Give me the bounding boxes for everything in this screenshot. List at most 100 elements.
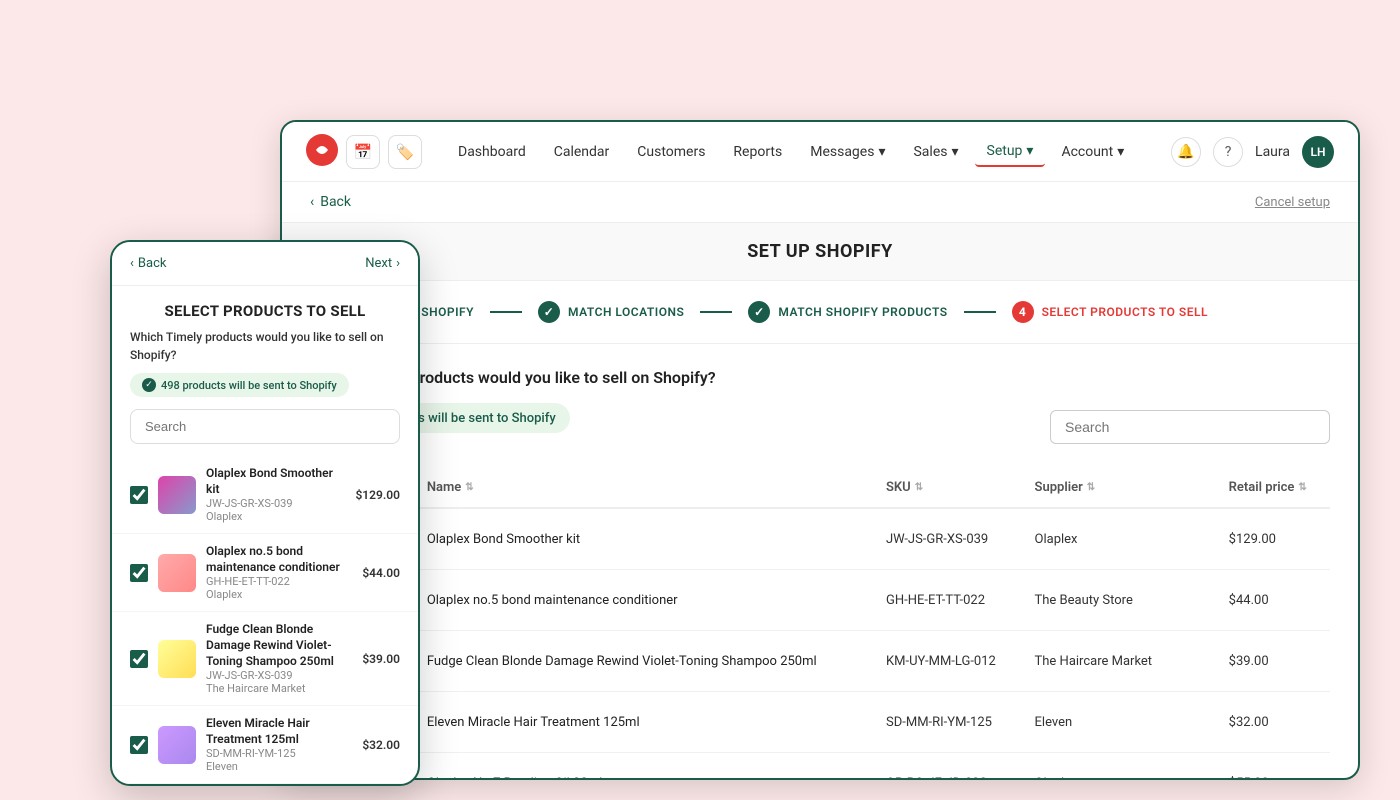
product-price-3: $32.00 bbox=[1229, 715, 1269, 730]
search-input[interactable] bbox=[1050, 410, 1330, 444]
product-supplier-1: The Beauty Store bbox=[1035, 593, 1133, 608]
mobile-checkbox-2[interactable] bbox=[130, 650, 148, 668]
mobile-product-supplier-0: Olaplex bbox=[206, 510, 345, 523]
app-logo[interactable] bbox=[306, 134, 338, 170]
table-row: Olaplex No.7 Bonding Oil 30ml OP-BO-JE-J… bbox=[310, 753, 1330, 781]
sort-icon-sku: ⇅ bbox=[915, 482, 923, 493]
desktop-panel: 📅 🏷️ Dashboard Calendar Customers Report… bbox=[280, 120, 1360, 780]
calendar-icon-btn[interactable]: 📅 bbox=[346, 135, 380, 169]
mobile-product-price-2: $39.00 bbox=[362, 652, 400, 666]
mobile-chevron-left-icon: ‹ bbox=[130, 256, 134, 271]
navbar: 📅 🏷️ Dashboard Calendar Customers Report… bbox=[282, 122, 1358, 182]
step-divider-1 bbox=[490, 311, 522, 313]
sku-col-label: SKU bbox=[886, 480, 911, 495]
page-title-bar: SET UP SHOPIFY bbox=[282, 223, 1358, 281]
step-4-label: SELECT PRODUCTS TO SELL bbox=[1042, 305, 1208, 319]
mobile-badge-check-icon: ✓ bbox=[142, 378, 156, 392]
chevron-down-icon: ▾ bbox=[951, 144, 958, 160]
nav-messages[interactable]: Messages ▾ bbox=[798, 138, 897, 166]
mobile-list-item: Olaplex Bond Smoother kit JW-JS-GR-XS-03… bbox=[112, 456, 418, 534]
nav-customers[interactable]: Customers bbox=[625, 138, 717, 166]
mobile-badge-label: 498 products will be sent to Shopify bbox=[161, 379, 337, 392]
mobile-checkbox-1[interactable] bbox=[130, 564, 148, 582]
mobile-product-info-3: Eleven Miracle Hair Treatment 125ml SD-M… bbox=[206, 716, 352, 773]
tag-icon-btn[interactable]: 🏷️ bbox=[388, 135, 422, 169]
main-content: Which Timely products would you like to … bbox=[282, 344, 1358, 780]
mobile-product-name-2: Fudge Clean Blonde Damage Rewind Violet-… bbox=[206, 622, 352, 669]
mobile-product-info-0: Olaplex Bond Smoother kit JW-JS-GR-XS-03… bbox=[206, 466, 345, 523]
mobile-next-button[interactable]: Next › bbox=[365, 256, 400, 271]
mobile-chevron-right-icon: › bbox=[396, 256, 400, 271]
mobile-product-name-0: Olaplex Bond Smoother kit bbox=[206, 466, 345, 497]
product-name-0: Olaplex Bond Smoother kit bbox=[427, 532, 580, 547]
back-bar: ‹ Back Cancel setup bbox=[282, 182, 1358, 223]
product-supplier-2: The Haircare Market bbox=[1035, 654, 1153, 669]
product-sku-3: SD-MM-RI-YM-125 bbox=[886, 715, 992, 730]
mobile-checkbox-3[interactable] bbox=[130, 736, 148, 754]
notification-bell-icon[interactable]: 🔔 bbox=[1171, 137, 1201, 167]
search-row bbox=[1050, 410, 1330, 444]
table-row: Fudge Clean Blonde Damage Rewind Violet-… bbox=[310, 631, 1330, 692]
mobile-product-name-3: Eleven Miracle Hair Treatment 125ml bbox=[206, 716, 352, 747]
table-row: Eleven Miracle Hair Treatment 125ml SD-M… bbox=[310, 692, 1330, 753]
product-name-2: Fudge Clean Blonde Damage Rewind Violet-… bbox=[427, 654, 817, 669]
page-title: SET UP SHOPIFY bbox=[300, 241, 1340, 262]
mobile-product-supplier-1: Olaplex bbox=[206, 588, 352, 601]
mobile-title: SELECT PRODUCTS TO SELL bbox=[112, 286, 418, 328]
nav-account[interactable]: Account ▾ bbox=[1049, 138, 1136, 166]
mobile-product-thumb-3 bbox=[158, 726, 196, 764]
mobile-search-input[interactable] bbox=[130, 409, 400, 444]
mobile-product-name-1: Olaplex no.5 bond maintenance conditione… bbox=[206, 544, 352, 575]
step-divider-2 bbox=[700, 311, 732, 313]
mobile-product-price-1: $44.00 bbox=[362, 566, 400, 580]
step-divider-3 bbox=[964, 311, 996, 313]
product-name-4: Olaplex No.7 Bonding Oil 30ml bbox=[427, 776, 602, 781]
nav-sales[interactable]: Sales ▾ bbox=[901, 138, 970, 166]
section-heading: Which Timely products would you like to … bbox=[310, 368, 1330, 387]
mobile-product-supplier-2: The Haircare Market bbox=[206, 682, 352, 695]
help-icon[interactable]: ? bbox=[1213, 137, 1243, 167]
name-col-label: Name bbox=[427, 480, 461, 495]
user-avatar[interactable]: LH bbox=[1302, 136, 1334, 168]
back-button[interactable]: ‹ Back bbox=[310, 194, 351, 210]
mobile-list-item: Olaplex no.5 bond maintenance conditione… bbox=[112, 534, 418, 612]
price-col-header[interactable]: Retail price ⇅ bbox=[1229, 480, 1307, 495]
product-price-2: $39.00 bbox=[1229, 654, 1269, 669]
supplier-col-header[interactable]: Supplier ⇅ bbox=[1035, 480, 1096, 495]
mobile-back-button[interactable]: ‹ Back bbox=[130, 256, 166, 271]
steps-area: ✓ CONNECT TO SHOPIFY ✓ MATCH LOCATIONS ✓… bbox=[282, 281, 1358, 344]
sort-icon-supplier: ⇅ bbox=[1087, 482, 1095, 493]
mobile-checkbox-0[interactable] bbox=[130, 486, 148, 504]
product-name-1: Olaplex no.5 bond maintenance conditione… bbox=[427, 593, 678, 608]
nav-calendar[interactable]: Calendar bbox=[542, 138, 622, 166]
product-supplier-0: Olaplex bbox=[1035, 532, 1078, 547]
chevron-down-icon: ▾ bbox=[1026, 143, 1033, 159]
chevron-down-icon: ▾ bbox=[1117, 144, 1124, 160]
cancel-setup-link[interactable]: Cancel setup bbox=[1255, 195, 1330, 210]
mobile-product-sku-1: GH-HE-ET-TT-022 bbox=[206, 575, 352, 588]
mobile-back-label: Back bbox=[138, 256, 167, 271]
nav-setup[interactable]: Setup ▾ bbox=[975, 137, 1046, 167]
mobile-subtitle: Which Timely products would you like to … bbox=[112, 328, 418, 372]
mobile-list-item: Eleven Miracle Hair Treatment 125ml SD-M… bbox=[112, 706, 418, 784]
chevron-left-icon: ‹ bbox=[310, 194, 314, 210]
mobile-product-sku-3: SD-MM-RI-YM-125 bbox=[206, 747, 352, 760]
nav-reports[interactable]: Reports bbox=[721, 138, 794, 166]
nav-links: Dashboard Calendar Customers Reports Mes… bbox=[446, 137, 1163, 167]
product-supplier-4: Olaplex bbox=[1035, 776, 1078, 781]
step-2: ✓ MATCH LOCATIONS bbox=[538, 301, 684, 323]
mobile-product-price-0: $129.00 bbox=[355, 488, 400, 502]
product-price-0: $129.00 bbox=[1229, 532, 1276, 547]
mobile-products-badge: ✓ 498 products will be sent to Shopify bbox=[130, 373, 349, 397]
name-col-header[interactable]: Name ⇅ bbox=[427, 480, 474, 495]
product-sku-2: KM-UY-MM-LG-012 bbox=[886, 654, 996, 669]
mobile-header: ‹ Back Next › bbox=[112, 242, 418, 286]
sku-col-header[interactable]: SKU ⇅ bbox=[886, 480, 923, 495]
step-4: 4 SELECT PRODUCTS TO SELL bbox=[1012, 301, 1208, 323]
mobile-list-item: Fudge Clean Blonde Damage Rewind Violet-… bbox=[112, 612, 418, 706]
nav-dashboard[interactable]: Dashboard bbox=[446, 138, 538, 166]
steps-row: ✓ CONNECT TO SHOPIFY ✓ MATCH LOCATIONS ✓… bbox=[310, 301, 1330, 323]
mobile-product-price-3: $32.00 bbox=[362, 738, 400, 752]
step-2-check-icon: ✓ bbox=[538, 301, 560, 323]
mobile-product-thumb-1 bbox=[158, 554, 196, 592]
